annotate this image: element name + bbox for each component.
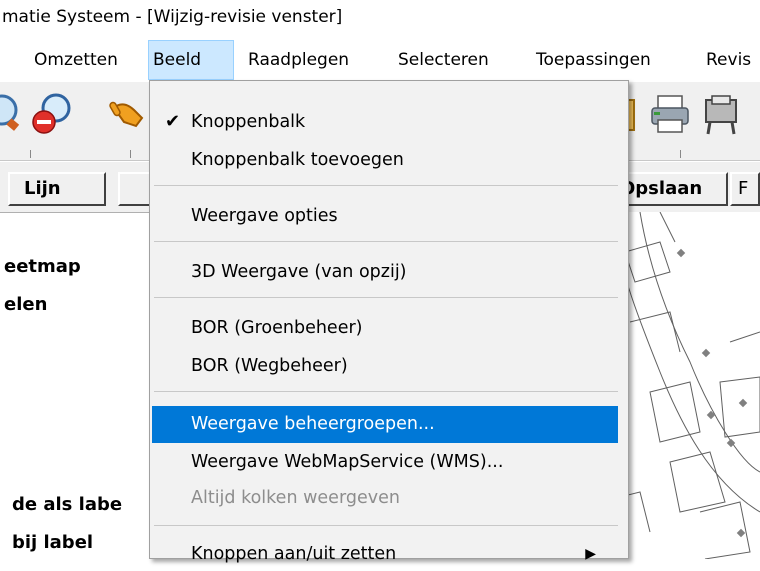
plotter-icon[interactable] [702,92,746,136]
menu-revisie[interactable]: Revis [702,40,755,80]
menu-item-weergave-opties[interactable]: Weergave opties [152,199,618,233]
menu-item-label: Weergave beheergroepen... [191,414,435,434]
menu-item-label: Knoppen aan/uit zetten [191,544,397,564]
menu-item-bor-groenbeheer[interactable]: BOR (Groenbeheer) [152,311,618,345]
title-bar: matie Systeem - [Wijzig-revisie venster] [0,0,760,38]
menu-item-label: 3D Weergave (van opzij) [191,262,407,282]
menu-separator [154,297,618,298]
menu-item-label: Knoppenbalk [191,112,306,132]
menu-item-label: BOR (Groenbeheer) [191,318,363,338]
zoom-icon[interactable] [0,92,22,136]
menu-item-weergave-wms[interactable]: Weergave WebMapService (WMS)... [152,445,618,479]
menu-item-label: Altijd kolken weergeven [191,488,400,508]
pan-hand-icon[interactable] [106,92,150,136]
menu-item-label: BOR (Wegbeheer) [191,356,348,376]
menu-item-knoppenbalk-toevoegen[interactable]: Knoppenbalk toevoegen [152,143,618,177]
toolbar-separator [30,150,31,158]
window-title: matie Systeem - [Wijzig-revisie venster] [2,7,343,27]
menu-item-label: Weergave WebMapService (WMS)... [191,452,504,472]
menu-bar: Omzetten Beeld Raadplegen Selecteren Toe… [0,40,760,80]
panel-label-als-label: de als labe [12,494,123,515]
menu-omzetten[interactable]: Omzetten [30,40,122,80]
checkmark-icon: ✔ [165,111,181,132]
zoom-out-icon[interactable] [30,92,74,136]
panel-label-streetmap: eetmap [4,256,81,277]
menu-item-bor-wegbeheer[interactable]: BOR (Wegbeheer) [152,349,618,383]
toolbar-separator [130,150,131,158]
menu-item-label: Weergave opties [191,206,338,226]
menu-item-knoppen-aan-uit[interactable]: Knoppen aan/uit zetten ▶ [152,537,618,571]
toolbar-separator [680,150,681,158]
menu-separator [154,185,618,186]
panel-label-bij-label: bij label [12,532,94,553]
partial-button[interactable]: F [730,172,760,206]
menu-toepassingen[interactable]: Toepassingen [532,40,655,80]
submenu-arrow-icon: ▶ [585,546,596,562]
lijn-button[interactable]: Lijn [8,172,106,206]
menu-item-knoppenbalk[interactable]: ✔ Knoppenbalk [152,105,618,139]
menu-selecteren[interactable]: Selecteren [394,40,493,80]
menu-separator [154,391,618,392]
menu-beeld[interactable]: Beeld [148,40,234,80]
panel-label-elen: elen [4,294,48,315]
menu-raadplegen[interactable]: Raadplegen [244,40,353,80]
menu-item-altijd-kolken: Altijd kolken weergeven [152,481,618,515]
menu-separator [154,525,618,526]
opslaan-button[interactable]: Opslaan [612,172,728,206]
menu-separator [154,241,618,242]
beeld-dropdown-menu: ✔ Knoppenbalk Knoppenbalk toevoegen Weer… [149,80,629,564]
menu-item-3d-weergave[interactable]: 3D Weergave (van opzij) [152,255,618,289]
menu-item-weergave-beheergroepen[interactable]: Weergave beheergroepen... [152,406,618,443]
menu-item-label: Knoppenbalk toevoegen [191,150,404,170]
print-icon[interactable] [648,92,692,136]
